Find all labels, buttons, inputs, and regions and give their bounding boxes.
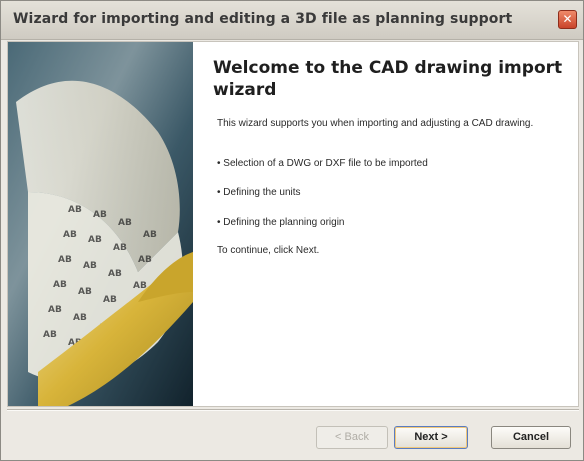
svg-text:AB: AB: [143, 230, 157, 240]
svg-text:AB: AB: [83, 261, 97, 271]
svg-text:AB: AB: [68, 205, 82, 215]
page-title: Welcome to the CAD drawing import wizard: [213, 58, 563, 100]
svg-text:AB: AB: [88, 235, 102, 245]
cancel-button[interactable]: Cancel: [491, 426, 571, 449]
svg-text:AB: AB: [108, 269, 122, 279]
svg-text:AB: AB: [53, 280, 67, 290]
back-button[interactable]: < Back: [316, 426, 388, 449]
next-button[interactable]: Next >: [394, 426, 468, 449]
window-title: Wizard for importing and editing a 3D fi…: [13, 11, 513, 27]
close-button[interactable]: ✕: [558, 10, 577, 29]
intro-text: This wizard supports you when importing …: [217, 118, 534, 129]
svg-text:AB: AB: [73, 313, 87, 323]
svg-text:AB: AB: [93, 210, 107, 220]
svg-text:AB: AB: [138, 255, 152, 265]
close-icon: ✕: [562, 12, 573, 26]
svg-text:AB: AB: [48, 305, 62, 315]
button-separator: [7, 409, 579, 411]
continue-instruction: To continue, click Next.: [217, 245, 320, 256]
svg-text:AB: AB: [63, 230, 77, 240]
svg-text:AB: AB: [78, 287, 92, 297]
wizard-window: Wizard for importing and editing a 3D fi…: [0, 0, 584, 461]
svg-text:AB: AB: [58, 255, 72, 265]
svg-text:AB: AB: [113, 243, 127, 253]
wizard-page: AB AB AB AB AB AB AB AB AB AB AB AB AB AB AB AB AB AB…: [7, 41, 579, 407]
bullet-planning-origin: • Defining the planning origin: [217, 217, 345, 228]
svg-text:AB: AB: [103, 295, 117, 305]
bullet-define-units: • Defining the units: [217, 187, 301, 198]
bullet-select-file: • Selection of a DWG or DXF file to be i…: [217, 158, 428, 169]
wizard-side-image: AB ABABAB AB ABABAB ABABABAB ABABAB AB AB AB…: [8, 42, 193, 406]
svg-text:AB: AB: [118, 218, 132, 228]
title-bar[interactable]: Wizard for importing and editing a 3D fi…: [1, 1, 583, 40]
svg-text:AB: AB: [43, 330, 57, 340]
